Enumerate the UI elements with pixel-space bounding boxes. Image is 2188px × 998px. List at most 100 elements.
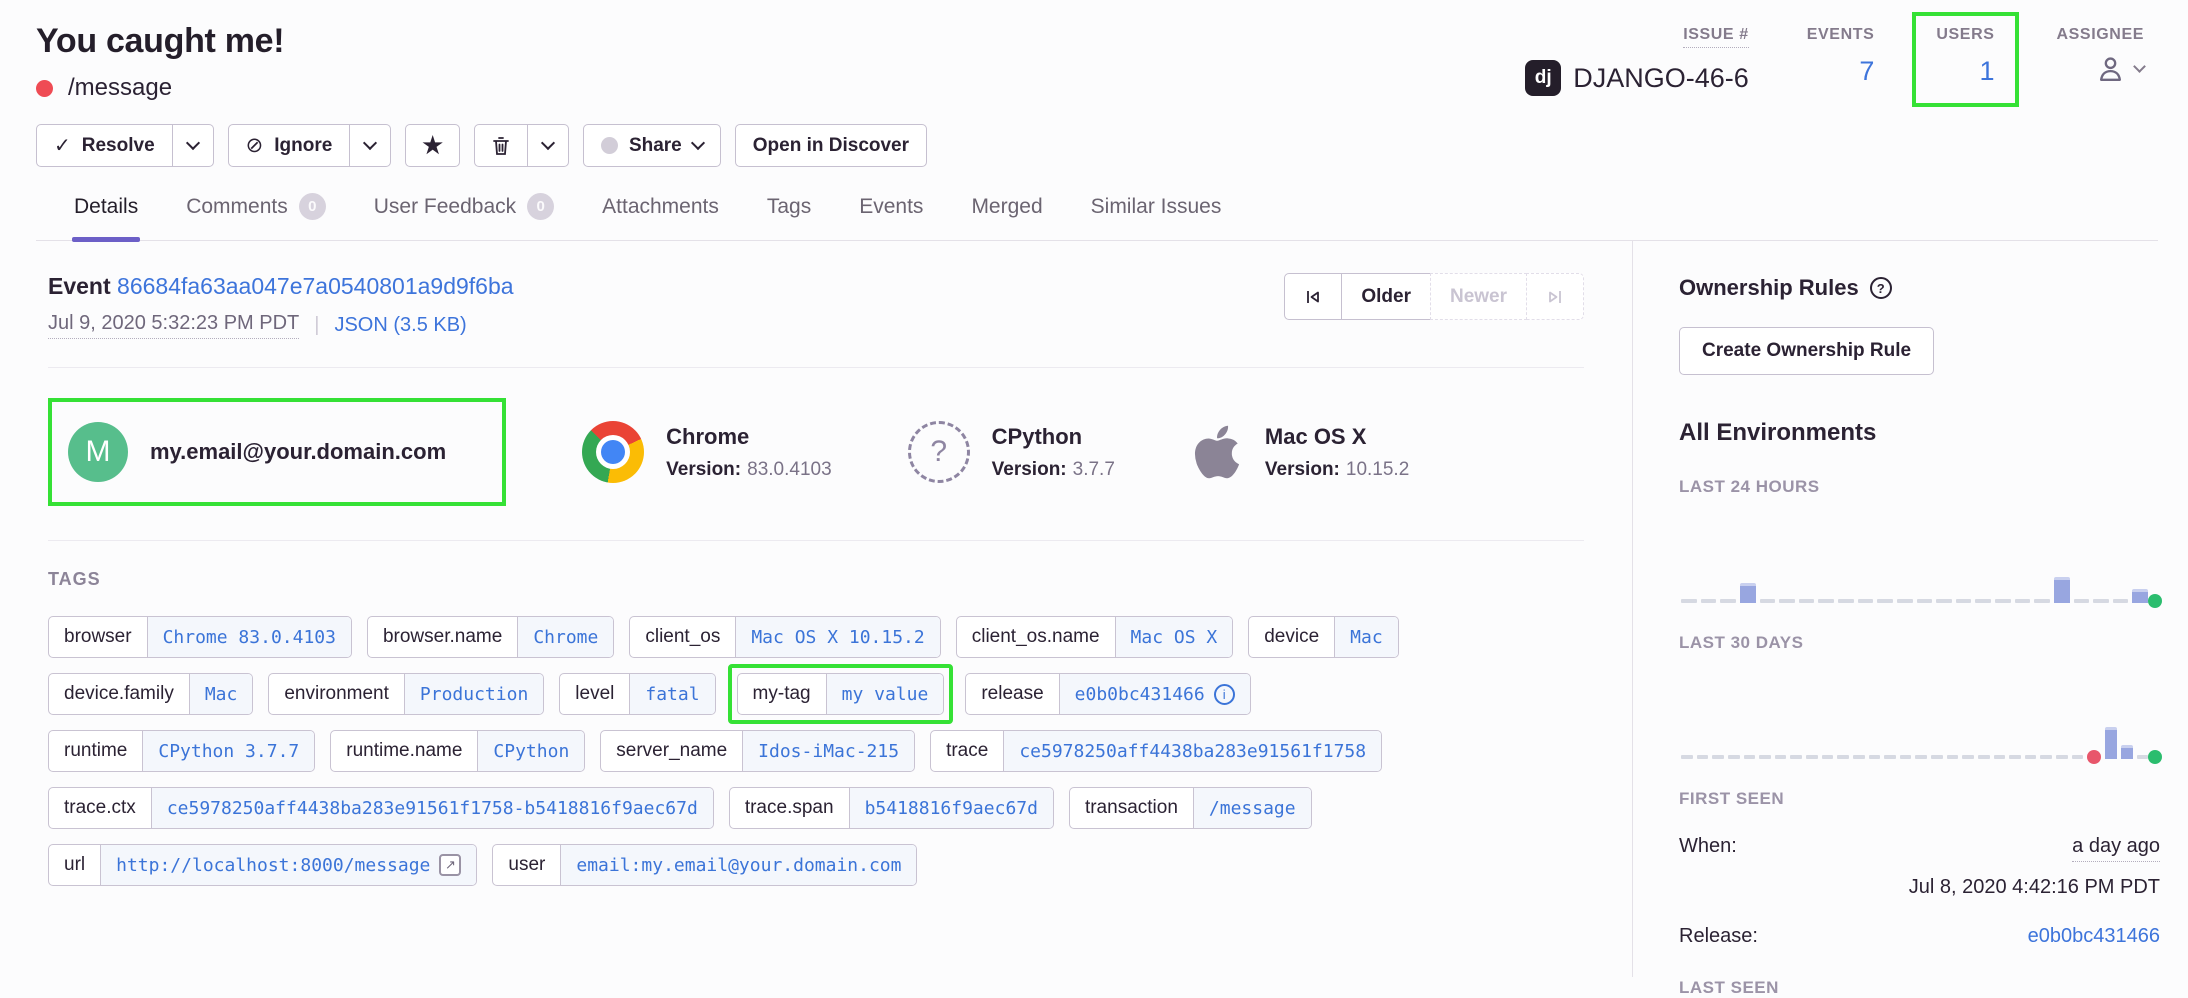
share-button[interactable]: Share xyxy=(583,124,721,167)
stat-issue-number: ISSUE # dj DJANGO-46-6 xyxy=(1525,26,1749,96)
tab-comments[interactable]: Comments0 xyxy=(184,181,328,240)
tag-key: url xyxy=(49,845,100,885)
chart-slot xyxy=(2040,755,2052,759)
chart-slot xyxy=(1853,755,1865,759)
tag-value-link[interactable]: Chrome xyxy=(517,617,613,657)
tag-pill-trace: tracece5978250aff4438ba283e91561f1758 xyxy=(930,730,1382,772)
chart-slot xyxy=(1858,599,1874,603)
tag-value-link[interactable]: Idos-iMac-215 xyxy=(742,731,914,771)
user-icon xyxy=(2094,52,2127,85)
chart-slot xyxy=(1900,755,1912,759)
baseline-dash xyxy=(1818,599,1834,603)
chart-slot xyxy=(1877,599,1893,603)
tag-value-link[interactable]: e0b0bc431466i xyxy=(1059,674,1250,714)
tag-pill-client_os: client_osMac OS X 10.15.2 xyxy=(629,616,940,658)
tag-row: runtimeCPython 3.7.7runtime.nameCPythons… xyxy=(48,730,1584,772)
events-chart-30d[interactable] xyxy=(1679,697,2160,759)
chart-slot xyxy=(2105,727,2117,759)
tag-key: runtime xyxy=(49,731,142,771)
ignore-button[interactable]: ⊘ Ignore xyxy=(228,124,351,167)
event-count-bar xyxy=(2105,727,2117,759)
tag-value-link[interactable]: email:my.email@your.domain.com xyxy=(560,845,916,885)
external-link-icon[interactable]: ↗ xyxy=(439,854,461,876)
baseline-dash xyxy=(2025,755,2037,759)
environments-heading: All Environments xyxy=(1679,419,2160,447)
events-chart-24h[interactable] xyxy=(1679,541,2160,603)
share-status-dot-icon xyxy=(601,137,618,154)
assignee-selector[interactable] xyxy=(2057,52,2145,85)
tag-value-link[interactable]: Chrome 83.0.4103 xyxy=(147,617,351,657)
tab-label: Events xyxy=(859,195,923,219)
tab-merged[interactable]: Merged xyxy=(969,181,1044,240)
tags-section: TAGS browserChrome 83.0.4103browser.name… xyxy=(48,569,1584,886)
assignee-label: ASSIGNEE xyxy=(2057,26,2145,43)
tag-value-link[interactable]: /message xyxy=(1193,788,1311,828)
event-id-link[interactable]: 86684fa63aa047e7a0540801a9d9f6ba xyxy=(117,273,514,299)
event-json-link[interactable]: JSON (3.5 KB) xyxy=(334,314,466,337)
chart-slot xyxy=(1975,599,1991,603)
help-icon[interactable]: ? xyxy=(1870,277,1892,299)
bookmark-button[interactable]: ★ xyxy=(405,124,460,167)
older-event-button[interactable]: Older xyxy=(1341,273,1431,320)
tag-value-link[interactable]: fatal xyxy=(629,674,714,714)
issue-short-id[interactable]: dj DJANGO-46-6 xyxy=(1525,60,1749,96)
baseline-dash xyxy=(1869,755,1881,759)
tab-attachments[interactable]: Attachments xyxy=(600,181,721,240)
delete-button[interactable] xyxy=(474,124,528,167)
tag-value-link[interactable]: Mac xyxy=(1334,617,1398,657)
events-count[interactable]: 7 xyxy=(1807,56,1875,87)
ignore-button-group: ⊘ Ignore xyxy=(228,124,392,167)
tab-details[interactable]: Details xyxy=(72,181,140,240)
tab-events[interactable]: Events xyxy=(857,181,925,240)
tab-user-feedback[interactable]: User Feedback0 xyxy=(372,181,556,240)
first-seen-release-link[interactable]: e0b0bc431466 xyxy=(2028,925,2160,948)
tag-value-link[interactable]: http://localhost:8000/message↗ xyxy=(100,845,476,885)
event-count-bar xyxy=(2121,745,2133,759)
tag-value-link[interactable]: Mac xyxy=(189,674,253,714)
tab-similar-issues[interactable]: Similar Issues xyxy=(1089,181,1224,240)
tag-value-link[interactable]: CPython xyxy=(477,731,584,771)
tab-tags[interactable]: Tags xyxy=(765,181,813,240)
baseline-dash xyxy=(2074,599,2090,603)
baseline-dash xyxy=(1995,599,2011,603)
create-ownership-rule-button[interactable]: Create Ownership Rule xyxy=(1679,327,1934,375)
delete-dropdown-button[interactable] xyxy=(528,124,569,167)
resolve-button[interactable]: ✓ Resolve xyxy=(36,124,173,167)
ignore-label: Ignore xyxy=(274,135,332,157)
issue-stats: ISSUE # dj DJANGO-46-6 EVENTS 7 USERS 1 … xyxy=(1525,26,2158,96)
users-count[interactable]: 1 xyxy=(1936,56,1994,87)
event-label: Event xyxy=(48,273,111,299)
chart-slot xyxy=(2093,599,2109,603)
tag-value-link[interactable]: my value xyxy=(826,674,944,714)
tag-pill-level: levelfatal xyxy=(559,673,715,715)
ignore-dropdown-button[interactable] xyxy=(350,124,391,167)
tag-pill-url: urlhttp://localhost:8000/message↗ xyxy=(48,844,477,886)
chart-slot xyxy=(2054,577,2070,603)
tag-value-link[interactable]: Mac OS X xyxy=(1115,617,1233,657)
tag-value-link[interactable]: CPython 3.7.7 xyxy=(142,731,314,771)
info-icon[interactable]: i xyxy=(1214,684,1235,705)
tag-pill-transaction: transaction/message xyxy=(1069,787,1312,829)
tag-value-link[interactable]: ce5978250aff4438ba283e91561f1758-b541881… xyxy=(151,788,713,828)
chart-slot xyxy=(1869,755,1881,759)
resolve-dropdown-button[interactable] xyxy=(173,124,214,167)
apple-icon xyxy=(1191,422,1243,482)
tag-value-link[interactable]: Production xyxy=(404,674,543,714)
oldest-event-button[interactable] xyxy=(1284,273,1342,320)
baseline-dash xyxy=(1759,755,1771,759)
tag-value-link[interactable]: Mac OS X 10.15.2 xyxy=(735,617,939,657)
latest-event-button xyxy=(1526,273,1584,320)
user-context-card: M my.email@your.domain.com xyxy=(68,422,446,482)
tag-key: trace xyxy=(931,731,1003,771)
tag-value-link[interactable]: b5418816f9aec67d xyxy=(849,788,1053,828)
chart-slot xyxy=(1838,599,1854,603)
baseline-dash xyxy=(1917,599,1933,603)
chart-slot xyxy=(1818,599,1834,603)
chart-slot xyxy=(1740,583,1756,603)
tag-pill-release: releasee0b0bc431466i xyxy=(965,673,1250,715)
tab-label: Similar Issues xyxy=(1091,195,1222,219)
chart-slot xyxy=(1697,755,1709,759)
tag-value-link[interactable]: ce5978250aff4438ba283e91561f1758 xyxy=(1003,731,1381,771)
open-in-discover-button[interactable]: Open in Discover xyxy=(735,124,927,167)
event-header: Event 86684fa63aa047e7a0540801a9d9f6ba J… xyxy=(48,273,1584,368)
